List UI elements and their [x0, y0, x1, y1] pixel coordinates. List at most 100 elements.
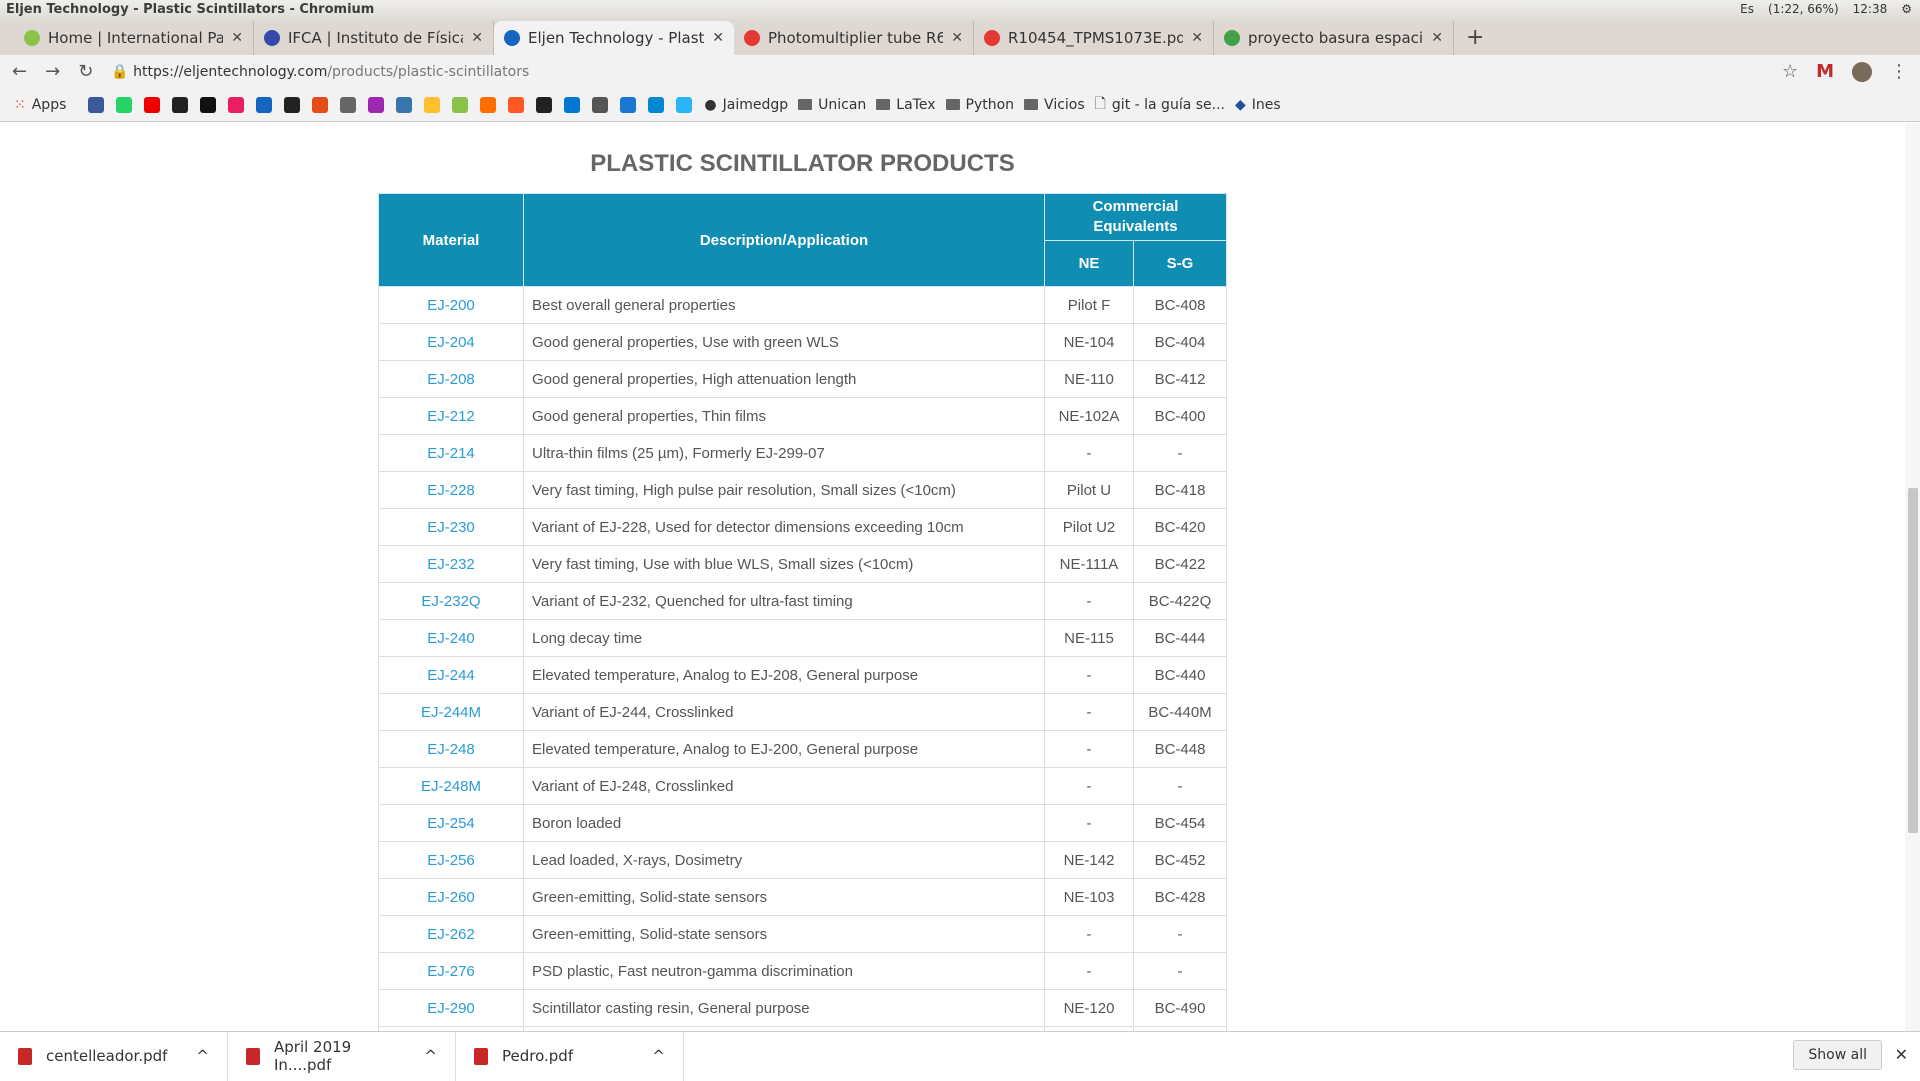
scrollbar-thumb[interactable]: [1908, 488, 1918, 833]
bookmark-favicon-icon[interactable]: [228, 96, 245, 113]
chevron-up-icon[interactable]: ^: [196, 1047, 209, 1065]
material-link[interactable]: EJ-262: [378, 915, 524, 953]
sg-cell: BC-412: [1133, 360, 1227, 398]
menu-icon[interactable]: ⋮: [1890, 61, 1908, 82]
close-tab-icon[interactable]: ✕: [1431, 30, 1443, 46]
material-link[interactable]: EJ-230: [378, 508, 524, 546]
table-row: EJ-208 Good general properties, High atte…: [378, 360, 1227, 398]
tab-label: R10454_TPMS1073E.pdf: [1008, 29, 1184, 47]
tab[interactable]: Eljen Technology - Plastic ✕: [494, 21, 734, 55]
bookmark-favicon-icon[interactable]: [648, 96, 665, 113]
material-link[interactable]: EJ-248: [378, 730, 524, 768]
bookmark-favicon-icon[interactable]: [88, 96, 105, 113]
material-link[interactable]: EJ-276: [378, 952, 524, 990]
bookmark-favicon-icon[interactable]: [424, 96, 441, 113]
gmail-extension-icon[interactable]: M: [1816, 61, 1834, 82]
material-link[interactable]: EJ-244M: [378, 693, 524, 731]
bookmark-star-icon[interactable]: ☆: [1782, 61, 1798, 82]
bookmark-favicon-icon[interactable]: [284, 96, 301, 113]
bookmark-favicon-icon[interactable]: [116, 96, 133, 113]
material-link[interactable]: EJ-228: [378, 471, 524, 509]
material-link[interactable]: EJ-260: [378, 878, 524, 916]
chevron-up-icon[interactable]: ^: [652, 1047, 665, 1065]
close-tab-icon[interactable]: ✕: [951, 30, 963, 46]
new-tab-icon[interactable]: +: [1454, 21, 1496, 55]
bookmark-item[interactable]: Unican: [798, 93, 866, 117]
battery-indicator[interactable]: (1:22, 66%): [1768, 2, 1839, 16]
address-bar[interactable]: 🔒 https://eljentechnology.com/products/p…: [111, 64, 1764, 80]
bookmark-item[interactable]: Vicios: [1024, 93, 1085, 117]
keyboard-indicator[interactable]: Es: [1740, 2, 1754, 16]
tab[interactable]: Home | International Part ✕: [14, 21, 254, 55]
bookmark-item[interactable]: 🗋 git - la guía se...: [1095, 93, 1225, 117]
forward-icon[interactable]: →: [45, 61, 60, 82]
material-link[interactable]: EJ-248M: [378, 767, 524, 805]
bookmark-favicon-icon[interactable]: [620, 96, 637, 113]
bookmark-favicon-icon[interactable]: [312, 96, 329, 113]
scrollbar[interactable]: [1905, 123, 1920, 1031]
close-tab-icon[interactable]: ✕: [1191, 30, 1203, 46]
tab[interactable]: R10454_TPMS1073E.pdf ✕: [974, 21, 1214, 55]
bookmark-favicon-icon[interactable]: [508, 96, 525, 113]
favicon-icon: [504, 30, 520, 46]
bookmark-favicon-icon[interactable]: [172, 96, 189, 113]
material-link[interactable]: EJ-214: [378, 434, 524, 472]
table-row: EJ-204 Good general properties, Use with …: [378, 323, 1227, 361]
bookmark-favicon-icon[interactable]: [368, 96, 385, 113]
table-row: EJ-276 PSD plastic, Fast neutron-gamma di…: [378, 952, 1227, 990]
show-all-button[interactable]: Show all: [1793, 1040, 1882, 1070]
avatar[interactable]: [1852, 61, 1872, 82]
bookmark-favicon-icon[interactable]: [564, 96, 581, 113]
bookmark-favicon-icon[interactable]: [592, 96, 609, 113]
close-tab-icon[interactable]: ✕: [712, 30, 724, 46]
material-link[interactable]: EJ-204: [378, 323, 524, 361]
reload-icon[interactable]: ↻: [78, 61, 93, 82]
bookmark-favicon-icon[interactable]: [396, 96, 413, 113]
bookmark-favicon-icon[interactable]: [200, 96, 217, 113]
material-link[interactable]: EJ-244: [378, 656, 524, 694]
material-link[interactable]: EJ-232: [378, 545, 524, 583]
tab[interactable]: proyecto basura espacial ✕: [1214, 21, 1454, 55]
download-item[interactable]: Pedro.pdf ^: [456, 1031, 684, 1081]
download-item[interactable]: centelleador.pdf ^: [0, 1031, 228, 1081]
bookmark-favicon-icon[interactable]: [676, 96, 693, 113]
material-link[interactable]: EJ-208: [378, 360, 524, 398]
bookmark-favicon-icon[interactable]: [536, 96, 553, 113]
description-cell: Long decay time: [523, 619, 1045, 657]
description-cell: Good general properties, Thin films: [523, 397, 1045, 435]
bookmark-favicon-icon[interactable]: [256, 96, 273, 113]
material-link[interactable]: EJ-240: [378, 619, 524, 657]
bookmark-item[interactable]: ◆ Ines: [1235, 93, 1281, 117]
toolbar: ← → ↻ 🔒 https://eljentechnology.com/produc…: [0, 55, 1920, 88]
material-link[interactable]: EJ-254: [378, 804, 524, 842]
clock[interactable]: 12:38: [1853, 2, 1888, 16]
material-link[interactable]: EJ-256: [378, 841, 524, 879]
download-item[interactable]: April 2019 In....pdf ^: [228, 1031, 456, 1081]
bookmark-favicon-icon[interactable]: [452, 96, 469, 113]
material-link[interactable]: EJ-232Q: [378, 582, 524, 620]
bookmark-item[interactable]: Python: [945, 93, 1014, 117]
sg-cell: BC-440M: [1133, 693, 1227, 731]
page-title: PLASTIC SCINTILLATOR PRODUCTS: [590, 150, 1015, 177]
chevron-up-icon[interactable]: ^: [424, 1047, 437, 1065]
bookmark-item[interactable]: LaTex: [876, 93, 936, 117]
material-link[interactable]: EJ-212: [378, 397, 524, 435]
tab[interactable]: Photomultiplier tube R62 ✕: [734, 21, 974, 55]
bookmark-apps[interactable]: ⁙ Apps: [14, 97, 66, 113]
settings-gear-icon[interactable]: ⚙: [1901, 2, 1912, 16]
bookmark-item[interactable]: ● Jaimedgp: [704, 93, 788, 117]
description-cell: Elevated temperature, Analog to EJ-208, …: [523, 656, 1045, 694]
tab[interactable]: IFCA | Instituto de Física d ✕: [254, 21, 494, 55]
close-tab-icon[interactable]: ✕: [471, 30, 483, 46]
close-tab-icon[interactable]: ✕: [231, 30, 243, 46]
material-link[interactable]: EJ-290: [378, 989, 524, 1027]
bookmark-favicon-icon[interactable]: [480, 96, 497, 113]
description-cell: Good general properties, High attenuatio…: [523, 360, 1045, 398]
close-icon[interactable]: ✕: [1895, 1045, 1908, 1064]
back-icon[interactable]: ←: [12, 61, 27, 82]
material-link[interactable]: EJ-200: [378, 286, 524, 324]
products-table: Material Description/Application Commercia…: [378, 193, 1227, 1031]
bookmark-favicon-icon[interactable]: [144, 96, 161, 113]
bookmark-favicon-icon[interactable]: [340, 96, 357, 113]
table-row: EJ-232 Very fast timing, Use with blue WL…: [378, 545, 1227, 583]
